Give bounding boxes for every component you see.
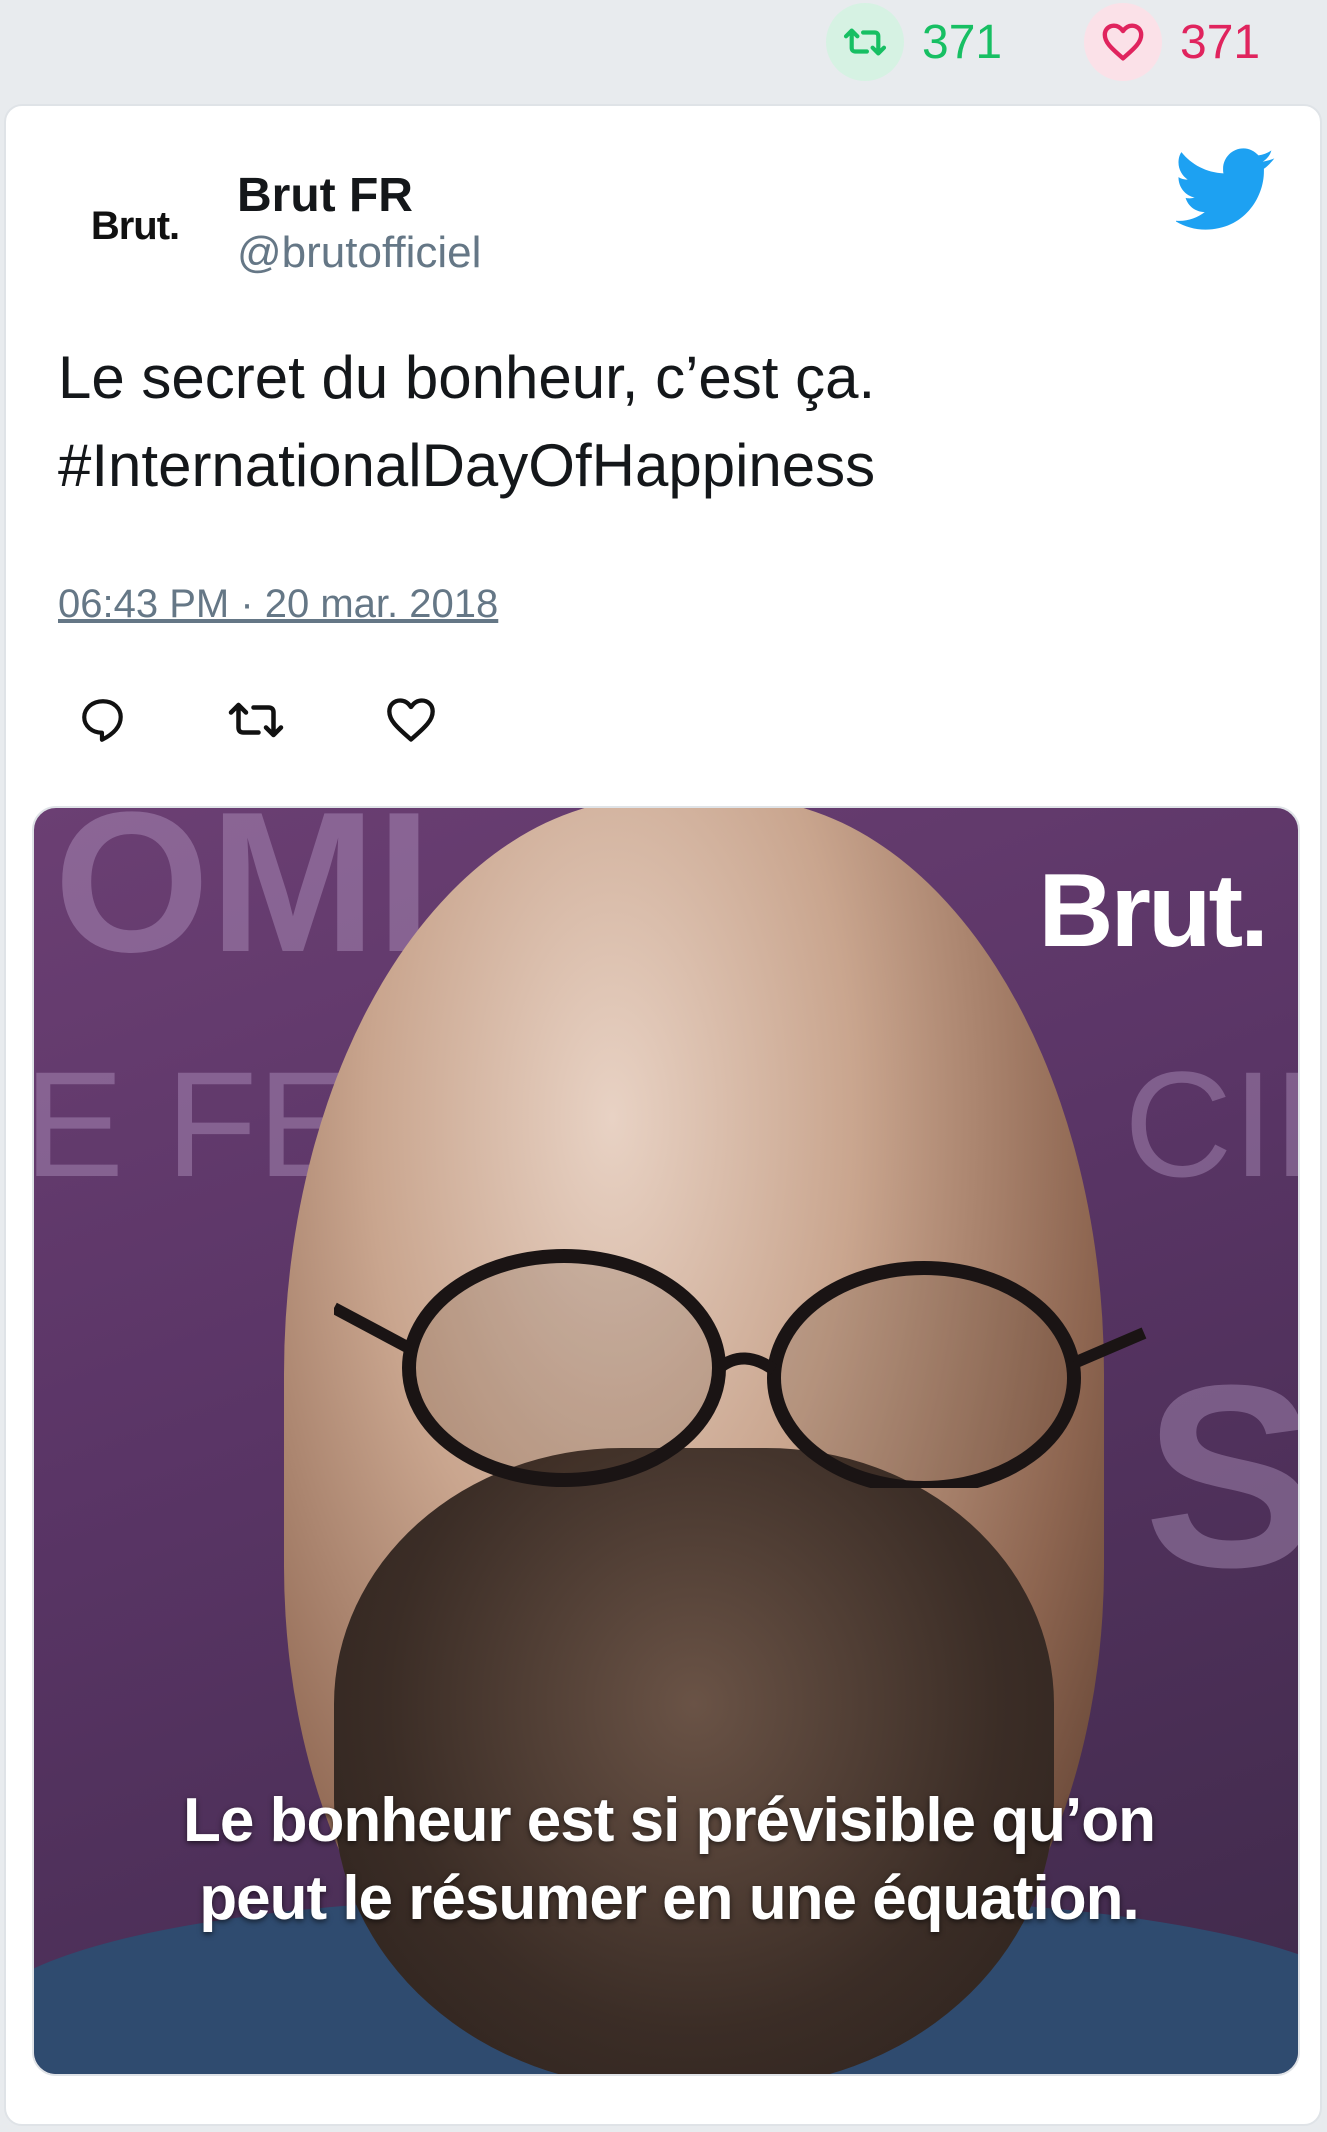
background-text: S	[1144, 1328, 1298, 1627]
media-video-thumbnail[interactable]: OMI E FE CIE S Brut. Le bonheur est si p…	[32, 806, 1300, 2076]
engagement-bar: 371 371	[0, 0, 1327, 100]
heart-icon	[387, 698, 435, 742]
caption-line: peut le résumer en une équation.	[199, 1864, 1140, 1933]
caption-line: Le bonheur est si prévisible qu’on	[183, 1786, 1156, 1855]
like-metric[interactable]: 371	[1084, 3, 1261, 81]
like-button[interactable]	[381, 690, 441, 750]
retweet-button[interactable]	[226, 690, 286, 750]
background-text: OMI	[54, 806, 432, 994]
like-count: 371	[1180, 15, 1261, 69]
retweet-metric[interactable]: 371	[826, 3, 1003, 81]
retweet-icon	[228, 702, 284, 738]
hashtag[interactable]: #InternationalDayOfHappiness	[58, 422, 1278, 510]
tweet-timestamp[interactable]: 06:43 PM · 20 mar. 2018	[58, 582, 498, 627]
avatar[interactable]: Brut.	[80, 186, 190, 266]
twitter-bird-icon[interactable]	[1174, 148, 1276, 232]
glasses	[334, 1249, 1147, 1488]
video-caption: Le bonheur est si prévisible qu’on peut …	[74, 1782, 1264, 1938]
background-text: CIE	[1124, 1040, 1298, 1208]
tweet-card: Brut. Brut FR @brutofficiel Le secret du…	[4, 104, 1322, 2126]
retweet-icon[interactable]	[826, 3, 904, 81]
retweet-count: 371	[922, 15, 1003, 69]
avatar-logo-text: Brut.	[90, 203, 180, 248]
tweet-text-line: Le secret du bonheur, c’est ça.	[58, 344, 876, 411]
person-beard	[334, 1448, 1054, 2074]
reply-button[interactable]	[73, 690, 133, 750]
brand-watermark: Brut.	[1038, 853, 1269, 969]
reply-icon	[82, 699, 123, 742]
heart-icon[interactable]	[1084, 3, 1162, 81]
author-handle[interactable]: @brutofficiel	[237, 228, 481, 278]
author-name[interactable]: Brut FR	[237, 168, 413, 223]
tweet-text: Le secret du bonheur, c’est ça. #Interna…	[58, 334, 1278, 510]
